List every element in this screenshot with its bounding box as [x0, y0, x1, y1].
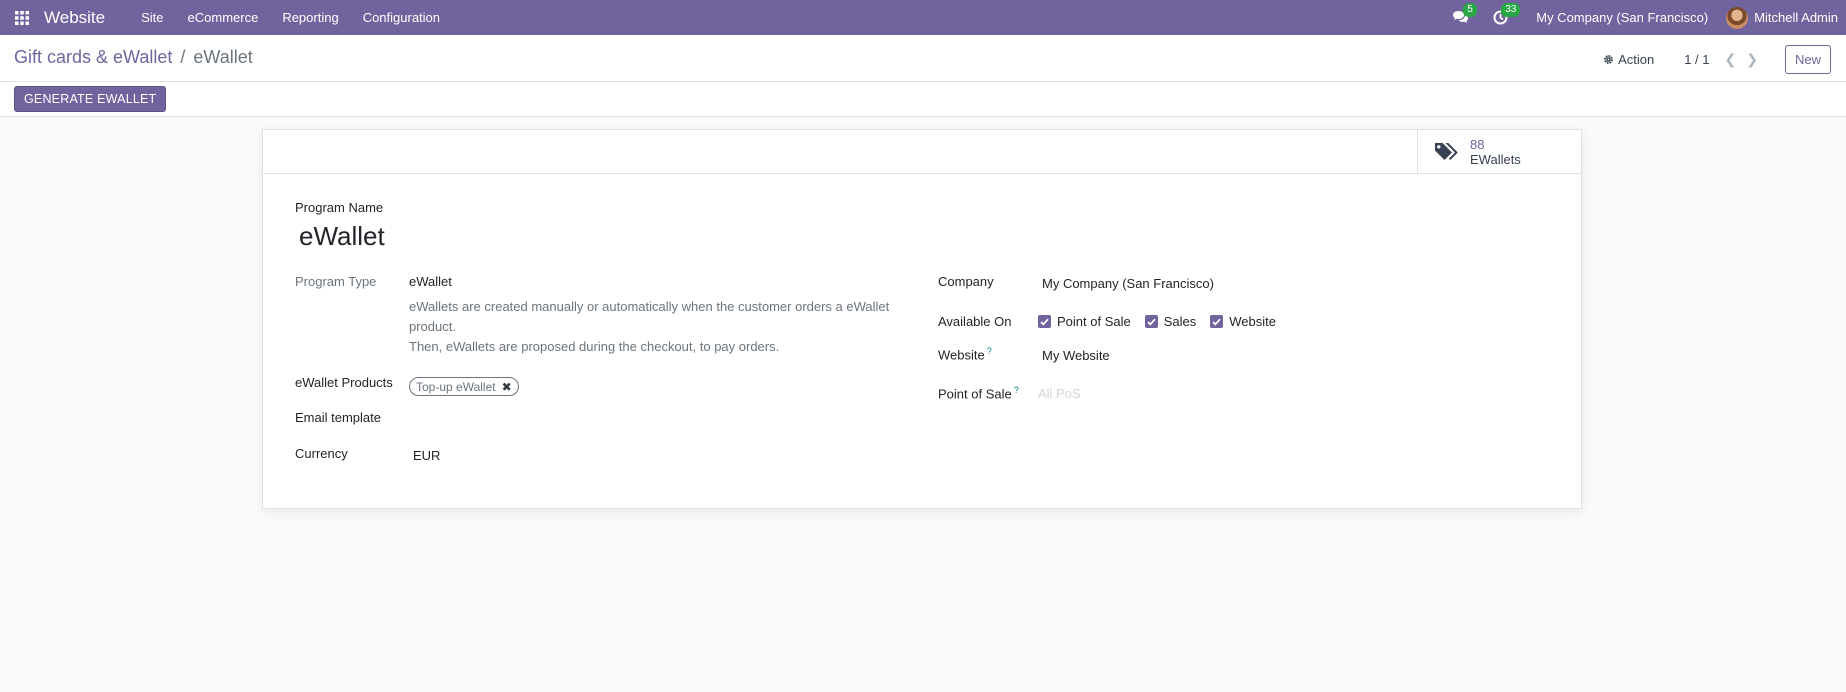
ewallets-smart-button[interactable]: 88 EWallets — [1417, 130, 1581, 174]
new-button[interactable]: New — [1784, 44, 1831, 74]
company-label: Company — [938, 274, 994, 289]
website-label-text: Website — [938, 347, 985, 363]
pager-value[interactable]: 1 / 1 — [1684, 52, 1709, 67]
point-of-sale-label-text: Point of Sale — [938, 386, 1012, 402]
breadcrumb: Gift cards & eWallet / eWallet — [14, 47, 253, 68]
email-template-label: Email template — [295, 410, 381, 425]
program-type-field[interactable]: eWallet — [409, 274, 452, 289]
control-panel: Gift cards & eWallet / eWallet Action 1 … — [0, 35, 1846, 117]
app-menu-icon[interactable] — [0, 0, 44, 35]
program-type-label: Program Type — [295, 274, 377, 289]
email-template-field[interactable] — [409, 410, 789, 428]
checkbox-label: Website — [1229, 314, 1276, 329]
generate-ewallet-button[interactable]: GENERATE EWALLET — [14, 86, 167, 112]
checkbox-checked-icon[interactable] — [1210, 315, 1224, 328]
action-menu-button[interactable]: Action — [1603, 52, 1654, 67]
available-on-checkboxes: Point of Sale Sales Website — [1038, 314, 1290, 329]
smart-button-box: 88 EWallets — [263, 130, 1581, 174]
available-on-label: Available On — [938, 314, 1012, 329]
remove-tag-icon[interactable]: ✖ — [502, 380, 512, 394]
app-brand[interactable]: Website — [44, 8, 105, 28]
company-field[interactable]: My Company (San Francisco) — [1042, 276, 1214, 291]
control-panel-actions: Action 1 / 1 ❮ ❯ New — [1603, 43, 1831, 75]
menu-configuration[interactable]: Configuration — [351, 10, 452, 25]
point-of-sale-label: Point of Sale? — [938, 385, 1019, 401]
program-name-label: Program Name — [295, 200, 384, 215]
currency-label: Currency — [295, 446, 348, 461]
menu-ecommerce[interactable]: eCommerce — [176, 10, 271, 25]
avatar — [1726, 6, 1749, 29]
control-panel-divider — [0, 81, 1846, 82]
checkbox-checked-icon[interactable] — [1038, 315, 1051, 328]
product-tag-label: Top-up eWallet — [416, 379, 496, 394]
program-name-field[interactable]: eWallet — [299, 221, 385, 252]
currency-field[interactable]: EUR — [413, 448, 440, 463]
checkbox-sales[interactable]: Sales — [1144, 314, 1197, 329]
website-label: Website? — [938, 346, 992, 362]
checkbox-label: Point of Sale — [1057, 314, 1131, 329]
point-of-sale-field[interactable]: All PoS — [1038, 386, 1081, 401]
website-field[interactable]: My Website — [1042, 348, 1110, 363]
breadcrumb-parent[interactable]: Gift cards & eWallet — [14, 47, 172, 68]
stat-value: 88 — [1470, 137, 1485, 152]
stat-text: 88 EWallets — [1470, 137, 1521, 167]
activities-badge: 33 — [1501, 3, 1521, 17]
action-label: Action — [1618, 51, 1655, 67]
breadcrumb-separator: / — [180, 47, 186, 67]
program-help-line-2: Then, eWallets are proposed during the c… — [409, 339, 780, 354]
user-name: Mitchell Admin — [1754, 10, 1838, 25]
pager-next-icon[interactable]: ❯ — [1746, 51, 1758, 68]
messaging-menu[interactable]: 5 — [1442, 0, 1479, 35]
menu-reporting[interactable]: Reporting — [270, 10, 350, 25]
gear-icon — [1604, 54, 1613, 64]
breadcrumb-current: eWallet — [193, 47, 253, 67]
form-sheet: 88 EWallets Program Name eWallet Program… — [262, 129, 1582, 509]
program-help-line-1: eWallets are created manually or automat… — [409, 299, 890, 334]
checkbox-point-of-sale[interactable]: Point of Sale — [1038, 314, 1131, 329]
ewallet-products-label: eWallet Products — [295, 375, 393, 390]
company-switcher[interactable]: My Company (San Francisco) — [1524, 10, 1726, 25]
checkbox-website[interactable]: Website — [1210, 314, 1276, 329]
activity-menu[interactable]: 33 — [1483, 0, 1521, 35]
product-tag[interactable]: Top-up eWallet ✖ — [409, 377, 519, 396]
help-tooltip-icon[interactable]: ? — [987, 346, 992, 356]
pager-previous-icon[interactable]: ❮ — [1725, 51, 1737, 68]
messages-badge: 5 — [1463, 3, 1477, 17]
systray: 5 33 My Company (San Francisco) Mitchell… — [1442, 0, 1846, 35]
checkbox-label: Sales — [1163, 314, 1197, 329]
checkbox-checked-icon[interactable] — [1144, 315, 1158, 328]
help-tooltip-icon[interactable]: ? — [1014, 385, 1019, 395]
tags-icon — [1435, 143, 1458, 160]
user-menu[interactable]: Mitchell Admin — [1726, 6, 1846, 29]
main-navbar: Website Site eCommerce Reporting Configu… — [0, 0, 1846, 35]
stat-label: EWallets — [1470, 152, 1521, 167]
menu-site[interactable]: Site — [129, 10, 175, 25]
program-type-help: eWallets are created manually or automat… — [409, 297, 929, 357]
